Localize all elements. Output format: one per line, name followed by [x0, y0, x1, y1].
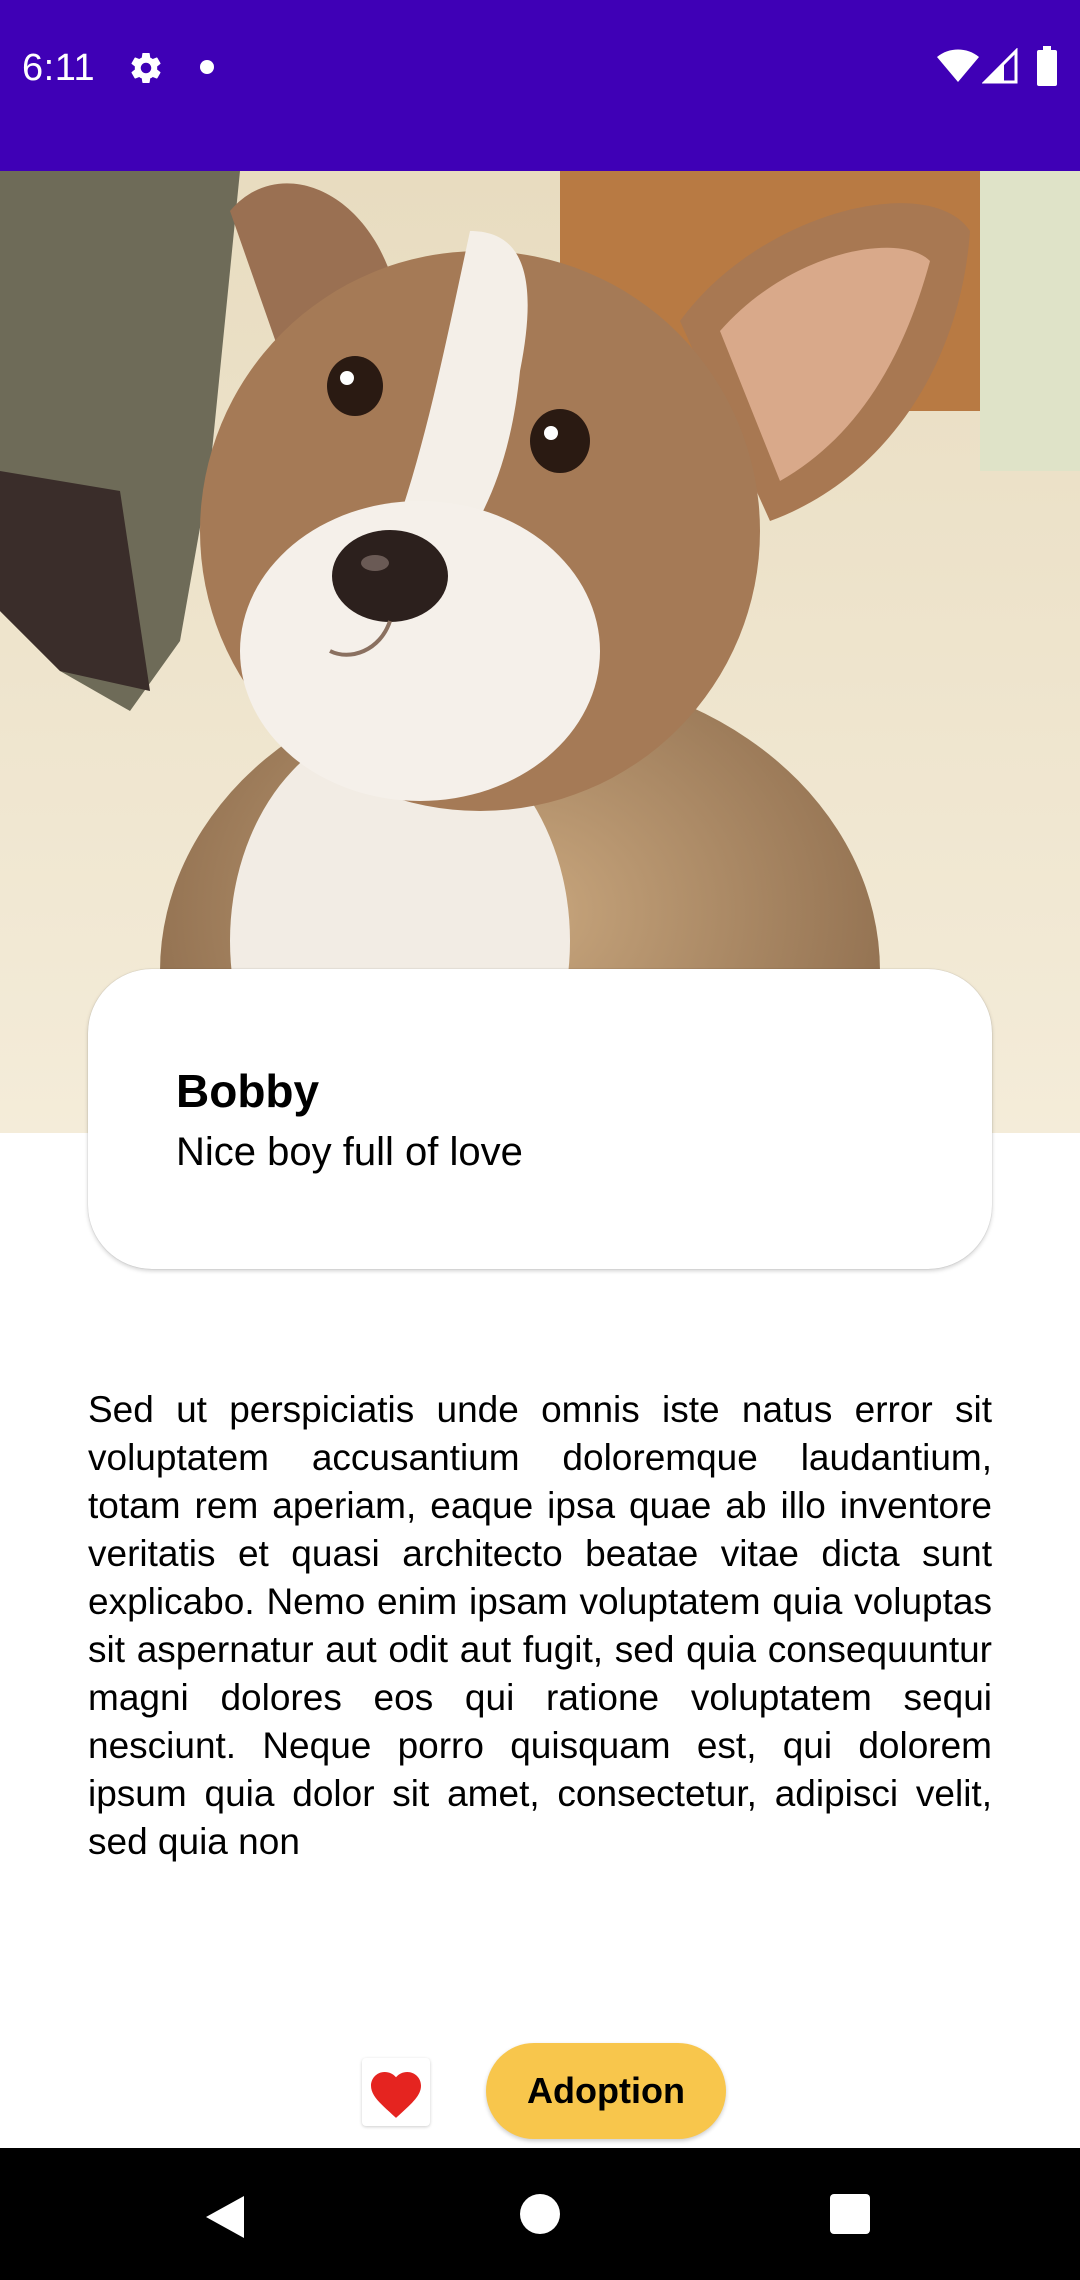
pet-info-card: Bobby Nice boy full of love	[88, 969, 992, 1269]
home-icon[interactable]	[520, 2194, 560, 2234]
status-time: 6:11	[22, 47, 96, 89]
navigation-bar	[0, 2148, 1080, 2280]
favorite-button[interactable]	[362, 2058, 430, 2126]
back-icon[interactable]	[204, 2194, 246, 2240]
adoption-button[interactable]: Adoption	[486, 2043, 726, 2139]
wifi-icon	[937, 49, 979, 82]
pet-name: Bobby	[176, 1065, 320, 1117]
cell-signal-icon	[982, 48, 1018, 84]
recents-icon[interactable]	[830, 2194, 870, 2234]
battery-icon	[1037, 46, 1057, 86]
status-bar: 6:11	[0, 0, 1080, 171]
pet-description: Sed ut perspiciatis unde omnis iste natu…	[88, 1389, 992, 1862]
notification-dot-icon	[200, 60, 214, 74]
pet-tagline: Nice boy full of love	[176, 1130, 523, 1174]
heart-icon	[371, 2072, 421, 2118]
gear-icon	[131, 53, 161, 83]
